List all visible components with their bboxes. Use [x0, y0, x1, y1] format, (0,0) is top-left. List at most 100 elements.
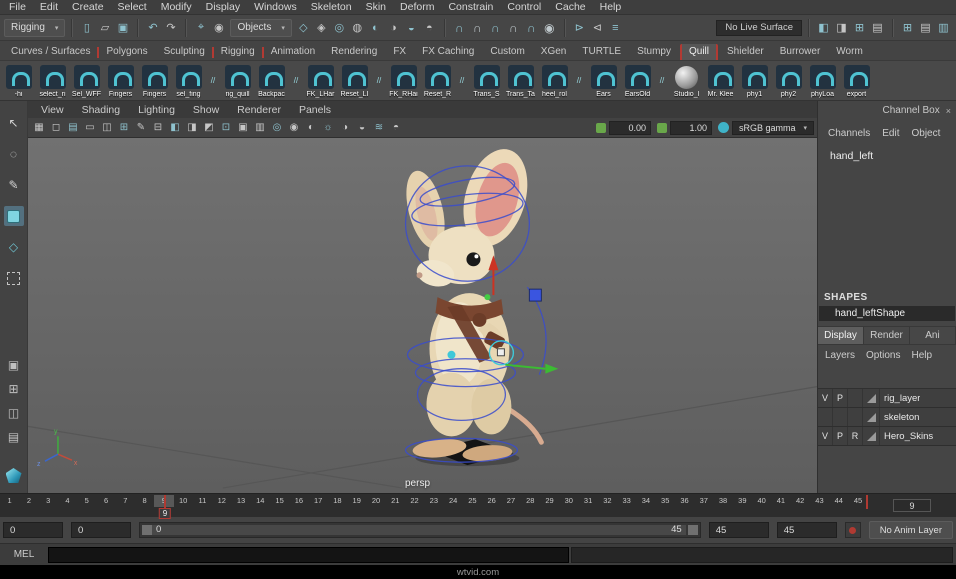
- safe-title-icon[interactable]: ▥: [252, 120, 268, 136]
- render-settings-icon[interactable]: ⊞: [851, 19, 868, 36]
- shelf-tab-burrower[interactable]: Burrower: [773, 44, 828, 60]
- input-to-selected-icon[interactable]: ⊳: [571, 19, 588, 36]
- menu-cache[interactable]: Cache: [548, 1, 592, 13]
- timeline-frame-5[interactable]: 5: [77, 495, 96, 507]
- timeline-frame-8[interactable]: 8: [135, 495, 154, 507]
- shelf-item-trans-s[interactable]: Trans_S: [470, 63, 503, 99]
- film-gate-icon[interactable]: ◧: [167, 120, 183, 136]
- make-object-live-icon[interactable]: ◉: [541, 19, 558, 36]
- select-surfaces-icon[interactable]: ◍: [349, 19, 366, 36]
- viewport-canvas[interactable]: y x z: [28, 138, 817, 493]
- shelf-item-fk-rhai[interactable]: FK_RHai: [387, 63, 420, 99]
- snap-to-curve-icon[interactable]: ∩: [469, 19, 486, 36]
- timeline-ticks-wrap[interactable]: 1234567891011121314151617181920212223242…: [0, 495, 868, 517]
- shelf-item-reset-r[interactable]: Reset_R: [421, 63, 454, 99]
- shelf-item-fingers[interactable]: Fingers: [138, 63, 171, 99]
- shelf-tab-rendering[interactable]: Rendering: [324, 44, 384, 60]
- timeline-frame-4[interactable]: 4: [58, 495, 77, 507]
- timeline-frame-43[interactable]: 43: [810, 495, 829, 507]
- output-of-selected-icon[interactable]: ⊲: [589, 19, 606, 36]
- menu-windows[interactable]: Windows: [247, 1, 304, 13]
- shelf-item-hi[interactable]: -hi: [2, 63, 35, 99]
- select-camera-icon[interactable]: ▦: [31, 120, 47, 136]
- command-line-input[interactable]: [48, 547, 569, 563]
- menu-constrain[interactable]: Constrain: [441, 1, 500, 13]
- tab-edit[interactable]: Edit: [876, 126, 905, 141]
- layer-visibility-toggle[interactable]: V: [818, 389, 833, 407]
- timeline-frame-25[interactable]: 25: [463, 495, 482, 507]
- shelf-tab-worm[interactable]: Worm: [829, 44, 869, 60]
- timeline-frame-36[interactable]: 36: [675, 495, 694, 507]
- timeline-frame-28[interactable]: 28: [521, 495, 540, 507]
- viewport-menu-renderer[interactable]: Renderer: [228, 104, 290, 116]
- shelf-tab-custom[interactable]: Custom: [483, 44, 531, 60]
- shelf-item-fingers[interactable]: Fingers: [104, 63, 137, 99]
- animation-start-field[interactable]: 0: [3, 522, 63, 538]
- select-tool[interactable]: ↖: [4, 113, 24, 133]
- grid-toggle-icon[interactable]: ⊟: [150, 120, 166, 136]
- timeline-frame-6[interactable]: 6: [96, 495, 115, 507]
- shelf-item-trans-ta[interactable]: Trans_Ta: [504, 63, 537, 99]
- timeline-frame-13[interactable]: 13: [231, 495, 250, 507]
- timeline-frame-17[interactable]: 17: [309, 495, 328, 507]
- timeline-frame-12[interactable]: 12: [212, 495, 231, 507]
- layer-row-rig-layer[interactable]: VPrig_layer: [818, 389, 956, 408]
- shelf-tab-stumpy[interactable]: Stumpy: [630, 44, 678, 60]
- isolate-select-icon[interactable]: ◓: [388, 120, 404, 136]
- layer-playback-toggle[interactable]: [833, 408, 848, 426]
- select-curves-icon[interactable]: ◎: [331, 19, 348, 36]
- range-slider-bar[interactable]: [142, 525, 686, 535]
- layer-reference-toggle[interactable]: R: [848, 427, 863, 445]
- layer-reference-toggle[interactable]: [848, 389, 863, 407]
- timeline-frame-14[interactable]: 14: [251, 495, 270, 507]
- four-pane-layout-button[interactable]: ⊞: [5, 380, 22, 397]
- menu-modify[interactable]: Modify: [154, 1, 199, 13]
- single-pane-layout-button[interactable]: ▣: [5, 356, 22, 373]
- timeline-frame-24[interactable]: 24: [443, 495, 462, 507]
- scale-tool[interactable]: [4, 268, 24, 288]
- timeline-frame-34[interactable]: 34: [636, 495, 655, 507]
- menu-skin[interactable]: Skin: [359, 1, 393, 13]
- timeline-frame-35[interactable]: 35: [656, 495, 675, 507]
- view-transform-selector[interactable]: sRGB gamma ▾: [732, 121, 814, 135]
- layer-menu-options[interactable]: Options: [866, 350, 900, 361]
- bookmark-icon[interactable]: ▭: [82, 120, 98, 136]
- layer-reference-toggle[interactable]: [848, 408, 863, 426]
- shelf-tab-quill[interactable]: Quill: [680, 44, 718, 60]
- maya-gem-icon[interactable]: [6, 468, 22, 483]
- shelf-item-earsold[interactable]: EarsOld: [621, 63, 654, 99]
- layer-menu-layers[interactable]: Layers: [825, 350, 855, 361]
- construction-history-icon[interactable]: ≡: [607, 19, 624, 36]
- shelf-item-rig-quill[interactable]: rig_quill: [221, 63, 254, 99]
- viewport-menu-lighting[interactable]: Lighting: [129, 104, 184, 116]
- menu-select[interactable]: Select: [111, 1, 154, 13]
- hud-display-icon[interactable]: ▤: [917, 19, 934, 36]
- menu-help[interactable]: Help: [593, 1, 629, 13]
- select-misc-icon[interactable]: ◓: [421, 19, 438, 36]
- timeline-frame-42[interactable]: 42: [791, 495, 810, 507]
- selection-mask-selector[interactable]: Objects ▾: [230, 19, 291, 37]
- wireframe-mode-icon[interactable]: ◎: [269, 120, 285, 136]
- tab-object[interactable]: Object: [906, 126, 947, 141]
- image-plane-icon[interactable]: ◫: [99, 120, 115, 136]
- gamma-icon[interactable]: [657, 123, 667, 133]
- menu-display[interactable]: Display: [199, 1, 247, 13]
- select-handles-icon[interactable]: ◇: [295, 19, 312, 36]
- timeline-frame-39[interactable]: 39: [733, 495, 752, 507]
- menu-skeleton[interactable]: Skeleton: [304, 1, 359, 13]
- timeline-frame-44[interactable]: 44: [829, 495, 848, 507]
- layer-playback-toggle[interactable]: P: [833, 427, 848, 445]
- anim-layer-button[interactable]: No Anim Layer: [869, 521, 953, 539]
- lasso-select-tool[interactable]: ◌: [4, 144, 24, 164]
- shelf-tab-animation[interactable]: Animation: [264, 44, 322, 60]
- menu-file[interactable]: File: [2, 1, 33, 13]
- shaded-mode-icon[interactable]: ◉: [286, 120, 302, 136]
- shelf-item-heel-rol[interactable]: heel_rol: [538, 63, 571, 99]
- auto-keyframe-button[interactable]: [845, 522, 861, 538]
- timeline-frame-40[interactable]: 40: [752, 495, 771, 507]
- shelf-tab-sculpting[interactable]: Sculpting: [157, 44, 212, 60]
- timeline-frame-41[interactable]: 41: [771, 495, 790, 507]
- menu-control[interactable]: Control: [500, 1, 548, 13]
- grid-display-icon[interactable]: ⊞: [899, 19, 916, 36]
- viewport-menu-show[interactable]: Show: [184, 104, 228, 116]
